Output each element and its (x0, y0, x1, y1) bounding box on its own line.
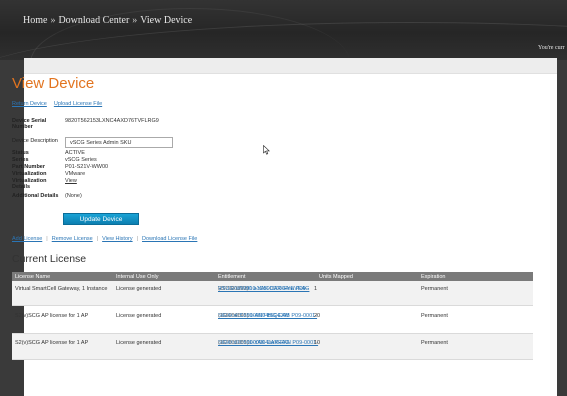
row-units-mapped: 10 (314, 340, 321, 346)
mouse-pointer-icon (263, 145, 270, 155)
add-license-link[interactable]: Add License (12, 236, 42, 242)
current-license-heading: Current License (12, 253, 87, 265)
additional-details-value: (None) (65, 193, 82, 199)
row-expiration: Permanent (421, 340, 448, 346)
entitlement-number: (118259541) (218, 313, 249, 319)
download-license-file-link[interactable]: Download License File (142, 236, 197, 242)
header-entitlement: Entitlement (218, 273, 246, 280)
series-value: vSCG Series (65, 157, 97, 163)
link-divider: | (136, 236, 139, 242)
breadcrumb-home[interactable]: Home (23, 15, 47, 26)
breadcrumb-separator: » (132, 15, 138, 26)
header-units-mapped: Units Mapped (319, 273, 353, 280)
virtualization-label: Virtualization (12, 171, 47, 177)
welcome-text: You're curr (538, 45, 565, 51)
row-units-mapped: 20 (314, 313, 321, 319)
entitlement-number: (117331351) (218, 340, 249, 346)
site-header: Home » Download Center » View Device You… (0, 0, 567, 60)
virtualization-details-link[interactable]: View (65, 178, 77, 184)
panel-top-strip (24, 58, 557, 74)
status-label: Status (12, 150, 29, 156)
license-actions: Add License | Remove License | View Hist… (12, 236, 197, 242)
status-value: ACTIVE (65, 150, 85, 156)
entitlement-number: (117331311) (218, 286, 249, 292)
link-divider: | (96, 236, 99, 242)
part-number-value: P01-S21V-WW00 (65, 164, 109, 170)
row-internal-use: License generated (116, 340, 162, 346)
remove-license-link[interactable]: Remove License (52, 236, 93, 242)
series-label: Series (12, 157, 29, 163)
header-expiration: Expiration (421, 273, 446, 280)
serial-label: Device Serial Number (12, 118, 47, 130)
row-internal-use: License generated (116, 313, 162, 319)
breadcrumb-current: View Device (140, 15, 193, 26)
row-units-mapped: 1 (314, 286, 318, 292)
link-divider: | (46, 236, 48, 242)
row-expiration: Permanent (421, 313, 448, 319)
device-links: Return Device Upload License File (12, 101, 102, 107)
license-table: License Name Internal Use Only Entitleme… (12, 272, 533, 360)
view-history-link[interactable]: View History (102, 236, 132, 242)
additional-details-label: Additional Details (12, 193, 59, 199)
row-expiration: Permanent (421, 286, 448, 292)
header-license-name: License Name (15, 273, 51, 280)
part-number-label: Part Number (12, 164, 46, 170)
table-row: Virtual SmartCell Gateway, 1 Instance Li… (12, 281, 533, 306)
table-row: S2(v)SCG AP license for 1 AP License gen… (12, 306, 533, 334)
description-label: Device Description (12, 138, 58, 144)
upload-license-link[interactable]: Upload License File (54, 101, 102, 107)
breadcrumb-download-center[interactable]: Download Center (58, 15, 129, 26)
serial-value: 9820T562153LXNC4AXD76TVFLRG9 (65, 118, 159, 124)
description-field[interactable]: vSCG Series Admin SKU (65, 137, 173, 148)
table-row: S2(v)SCG AP license for 1 AP License gen… (12, 334, 533, 360)
row-license-name: S2(v)SCG AP license for 1 AP (15, 340, 89, 346)
return-device-link[interactable]: Return Device (12, 101, 47, 107)
virtualization-value: VMware (65, 171, 86, 177)
update-device-button[interactable]: Update Device (63, 213, 139, 225)
table-header: License Name Internal Use Only Entitleme… (12, 272, 533, 281)
row-license-name: Virtual SmartCell Gateway, 1 Instance (15, 286, 108, 292)
breadcrumb-separator: » (50, 15, 56, 26)
page-title: View Device (12, 75, 95, 92)
row-license-name: S2(v)SCG AP license for 1 AP (15, 313, 89, 319)
row-internal-use: License generated (116, 286, 162, 292)
header-internal-use: Internal Use Only (116, 273, 159, 280)
breadcrumb: Home » Download Center » View Device (23, 15, 192, 26)
virtualization-details-label: Virtualization Details (12, 178, 47, 190)
